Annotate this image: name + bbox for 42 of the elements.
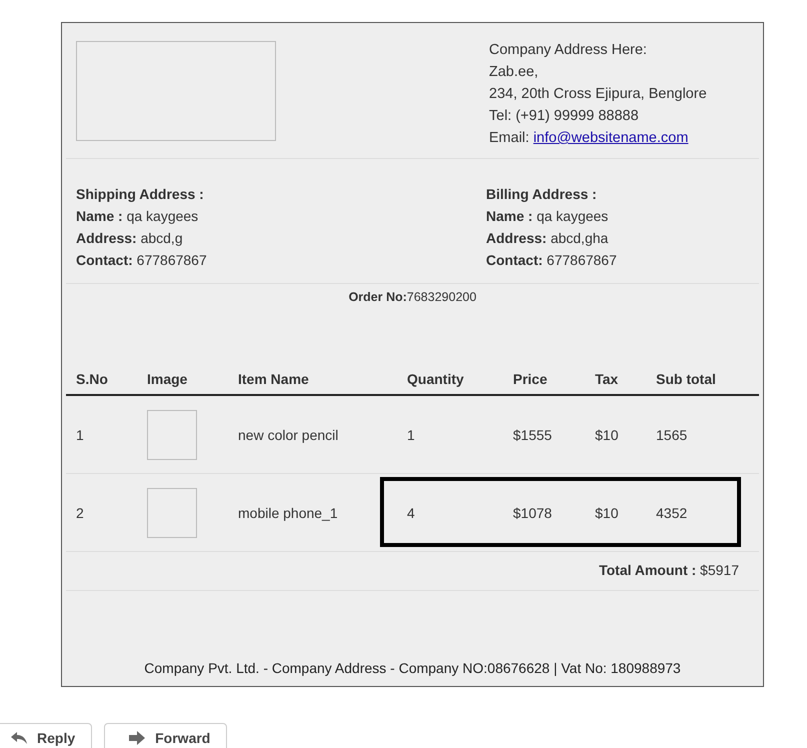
reply-button[interactable]: Reply: [0, 723, 92, 748]
email-label: Email:: [489, 130, 530, 146]
company-heading: Company Address Here:: [489, 41, 648, 60]
arrow-right-icon: [129, 731, 146, 745]
table-cell-text: $1555: [513, 426, 553, 442]
order-number: Order No:7683290200: [348, 289, 478, 306]
address-line: Address: abcd,g: [76, 229, 184, 248]
column-header: Quantity: [407, 371, 465, 387]
address-line: Contact: 677867867: [486, 251, 617, 270]
table-cell-text: 2: [76, 504, 85, 520]
column-header: S.No: [76, 371, 109, 387]
forward-button[interactable]: Forward: [104, 723, 228, 748]
table-cell-text: $1078: [513, 504, 553, 520]
address-line: Name : qa kaygees: [76, 207, 200, 226]
image-placeholder: [147, 488, 197, 538]
table-cell-text: mobile phone_1: [238, 504, 339, 520]
table-cell-text: 1565: [656, 426, 688, 442]
column-header: Item Name: [238, 371, 310, 387]
company-tel: Tel: (+91) 99999 88888: [489, 107, 640, 126]
table-cell-text: $10: [595, 504, 620, 520]
table-cell-text: $10: [595, 426, 620, 442]
table-cell-text: new color pencil: [238, 426, 340, 442]
column-header: Price: [513, 371, 548, 387]
address-title: Billing Address :: [486, 185, 598, 204]
company-street: 234, 20th Cross Ejipura, Benglore: [489, 85, 708, 104]
column-header: Sub total: [656, 371, 717, 387]
table-cell-text: 1: [76, 426, 85, 442]
reply-icon: [11, 731, 27, 745]
image-placeholder: [147, 410, 197, 460]
table-cell-text: 1: [407, 426, 416, 442]
address-line: Name : qa kaygees: [486, 207, 610, 226]
address-line: Address: abcd,gha: [486, 229, 610, 248]
address-title: Shipping Address :: [76, 185, 205, 204]
column-header: Tax: [595, 371, 620, 387]
footer-text: Company Pvt. Ltd. - Company Address - Company NO:08676628 | Vat No: 180988973: [143, 660, 682, 678]
column-header: Image: [147, 371, 188, 387]
address-line: Contact: 677867867: [76, 251, 208, 270]
email-link[interactable]: info@websitename.com: [533, 130, 688, 146]
company-name: Zab.ee,: [489, 63, 540, 82]
total-amount: Total Amount : $5917: [598, 562, 739, 578]
table-cell-text: 4352: [656, 504, 688, 520]
table-cell-text: 4: [407, 504, 416, 520]
